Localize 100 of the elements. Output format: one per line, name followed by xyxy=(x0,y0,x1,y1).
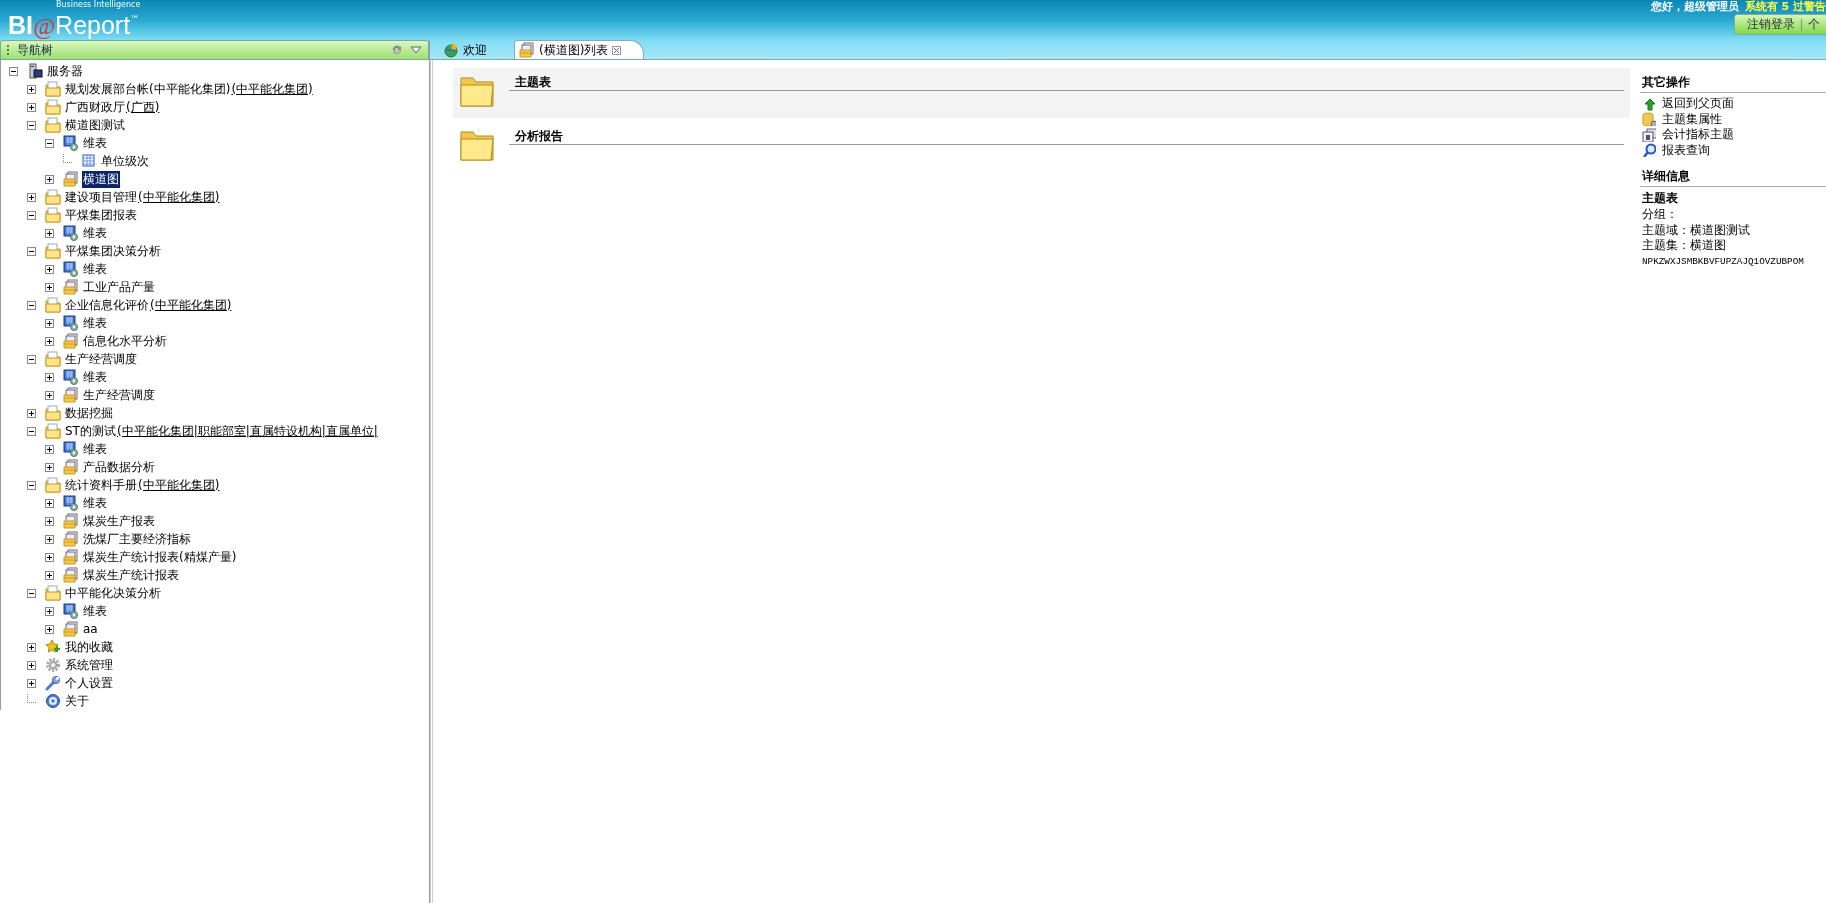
expand-button[interactable] xyxy=(45,282,54,292)
link[interactable]: (中平能化集团|职能部室|直属特设机构|直属单位| xyxy=(116,422,378,440)
link[interactable]: (中平能化集团) xyxy=(138,188,220,206)
expand-button[interactable] xyxy=(45,552,54,562)
tree-item[interactable]: 生产经营调度 xyxy=(82,386,156,404)
subject-row[interactable]: 主题表 xyxy=(453,68,1630,118)
tree-item[interactable]: 系统管理 xyxy=(64,656,114,674)
collapse-button[interactable] xyxy=(9,66,18,76)
logo-text: @ xyxy=(33,13,56,40)
close-icon[interactable] xyxy=(612,45,622,55)
tab[interactable]: (横道图)列表 xyxy=(514,40,645,59)
tree-item[interactable]: 工业产品产量 xyxy=(82,278,156,296)
tree-item[interactable]: 信息化水平分析 xyxy=(82,332,168,350)
tree-item[interactable]: 广西财政厅 xyxy=(64,98,126,116)
tree-item[interactable]: 关于 xyxy=(64,692,90,710)
expand-button[interactable] xyxy=(45,264,54,274)
tree-item[interactable]: 煤炭生产统计报表(精煤产量) xyxy=(82,548,238,566)
logo-text: BI xyxy=(8,11,33,40)
action-link[interactable]: 返回到父页面 xyxy=(1662,95,1734,113)
document-stack-icon xyxy=(63,567,79,583)
tree-item[interactable]: 单位级次 xyxy=(100,152,150,170)
document-stack-icon xyxy=(63,333,79,349)
tree-item[interactable]: 维表 xyxy=(82,260,108,278)
collapse-button[interactable] xyxy=(45,138,54,148)
link[interactable]: (中平能化集团) xyxy=(231,80,313,98)
tree-item[interactable]: 煤炭生产报表 xyxy=(82,512,156,530)
expand-button[interactable] xyxy=(45,462,54,472)
expand-button[interactable] xyxy=(45,318,54,328)
document-stack-icon xyxy=(63,171,79,187)
collapse-button[interactable] xyxy=(27,210,36,220)
expand-button[interactable] xyxy=(45,174,54,184)
expand-button[interactable] xyxy=(27,84,36,94)
tree-item[interactable]: 维表 xyxy=(82,494,108,512)
expand-button[interactable] xyxy=(27,678,36,688)
link[interactable]: (广西) xyxy=(126,98,160,116)
tree-item[interactable]: 维表 xyxy=(82,314,108,332)
action-link[interactable]: 会计指标主题 xyxy=(1662,126,1734,144)
expand-button[interactable] xyxy=(45,516,54,526)
database-gear-icon xyxy=(1642,112,1656,127)
tree-item[interactable]: 生产经营调度 xyxy=(64,350,138,368)
tree-item[interactable]: ST的测试 xyxy=(64,422,117,440)
folder-icon xyxy=(45,351,61,367)
expand-button[interactable] xyxy=(27,642,36,652)
collapse-button[interactable] xyxy=(27,480,36,490)
tree-item[interactable]: 我的收藏 xyxy=(64,638,114,656)
expand-button[interactable] xyxy=(45,228,54,238)
header-button[interactable]: 个 xyxy=(1802,16,1826,33)
expand-button[interactable] xyxy=(45,624,54,634)
collapse-button[interactable] xyxy=(27,354,36,364)
action-link[interactable]: 主题集属性 xyxy=(1662,110,1722,128)
link[interactable]: (中平能化集团) xyxy=(138,476,220,494)
tree-item[interactable]: 产品数据分析 xyxy=(82,458,156,476)
tree-item[interactable]: 企业信息化评价 xyxy=(64,296,150,314)
expand-button[interactable] xyxy=(27,660,36,670)
collapse-button[interactable] xyxy=(27,588,36,598)
expand-button[interactable] xyxy=(45,444,54,454)
header-button[interactable]: 注销登录 xyxy=(1741,16,1801,33)
collapse-button[interactable] xyxy=(27,300,36,310)
tree-item[interactable]: aa xyxy=(82,622,99,636)
collapse-button[interactable] xyxy=(27,426,36,436)
collapse-button[interactable] xyxy=(27,246,36,256)
expand-button[interactable] xyxy=(27,192,36,202)
tree-item[interactable]: 维表 xyxy=(82,602,108,620)
expand-button[interactable] xyxy=(45,390,54,400)
tree-item[interactable]: 服务器 xyxy=(46,62,84,80)
expand-button[interactable] xyxy=(45,534,54,544)
tree-item[interactable]: 煤炭生产统计报表 xyxy=(82,566,180,584)
tree-item[interactable]: 横道图测试 xyxy=(64,116,126,134)
tree-item[interactable]: 规划发展部台帐(中平能化集团) xyxy=(64,80,232,98)
expand-button[interactable] xyxy=(45,606,54,616)
expand-button[interactable] xyxy=(45,372,54,382)
tree-item[interactable]: 平煤集团决策分析 xyxy=(64,242,162,260)
tree-item[interactable]: 维表 xyxy=(82,368,108,386)
expand-button[interactable] xyxy=(27,102,36,112)
expand-button[interactable] xyxy=(45,336,54,346)
expand-button[interactable] xyxy=(45,498,54,508)
action-link[interactable]: 报表查询 xyxy=(1662,141,1710,159)
expand-button[interactable] xyxy=(45,570,54,580)
tree-item[interactable]: 维表 xyxy=(82,134,108,152)
grid-gear-icon xyxy=(63,603,79,619)
document-stack-icon xyxy=(63,531,79,547)
tree-item[interactable]: 横道图 xyxy=(82,170,120,188)
tree-item[interactable]: 数据挖掘 xyxy=(64,404,114,422)
document-stack-icon xyxy=(63,279,79,295)
tree-item[interactable]: 统计资料手册 xyxy=(64,476,138,494)
tree-item[interactable]: 维表 xyxy=(82,440,108,458)
tree-item[interactable]: 中平能化决策分析 xyxy=(64,584,162,602)
collapse-button[interactable] xyxy=(27,120,36,130)
subject-row[interactable]: 分析报告 xyxy=(453,122,1630,172)
expand-button[interactable] xyxy=(27,408,36,418)
document-stack-icon xyxy=(519,42,535,58)
link[interactable]: (中平能化集团) xyxy=(150,296,232,314)
tree-item[interactable]: 维表 xyxy=(82,224,108,242)
folder-icon xyxy=(45,99,61,115)
tree-item[interactable]: 建设项目管理 xyxy=(64,188,138,206)
tab[interactable]: 欢迎 xyxy=(438,40,510,59)
tree-item[interactable]: 洗煤厂主要经济指标 xyxy=(82,530,192,548)
tree-item[interactable]: 个人设置 xyxy=(64,674,114,692)
grid-icon xyxy=(81,153,97,169)
tree-item[interactable]: 平煤集团报表 xyxy=(64,206,138,224)
